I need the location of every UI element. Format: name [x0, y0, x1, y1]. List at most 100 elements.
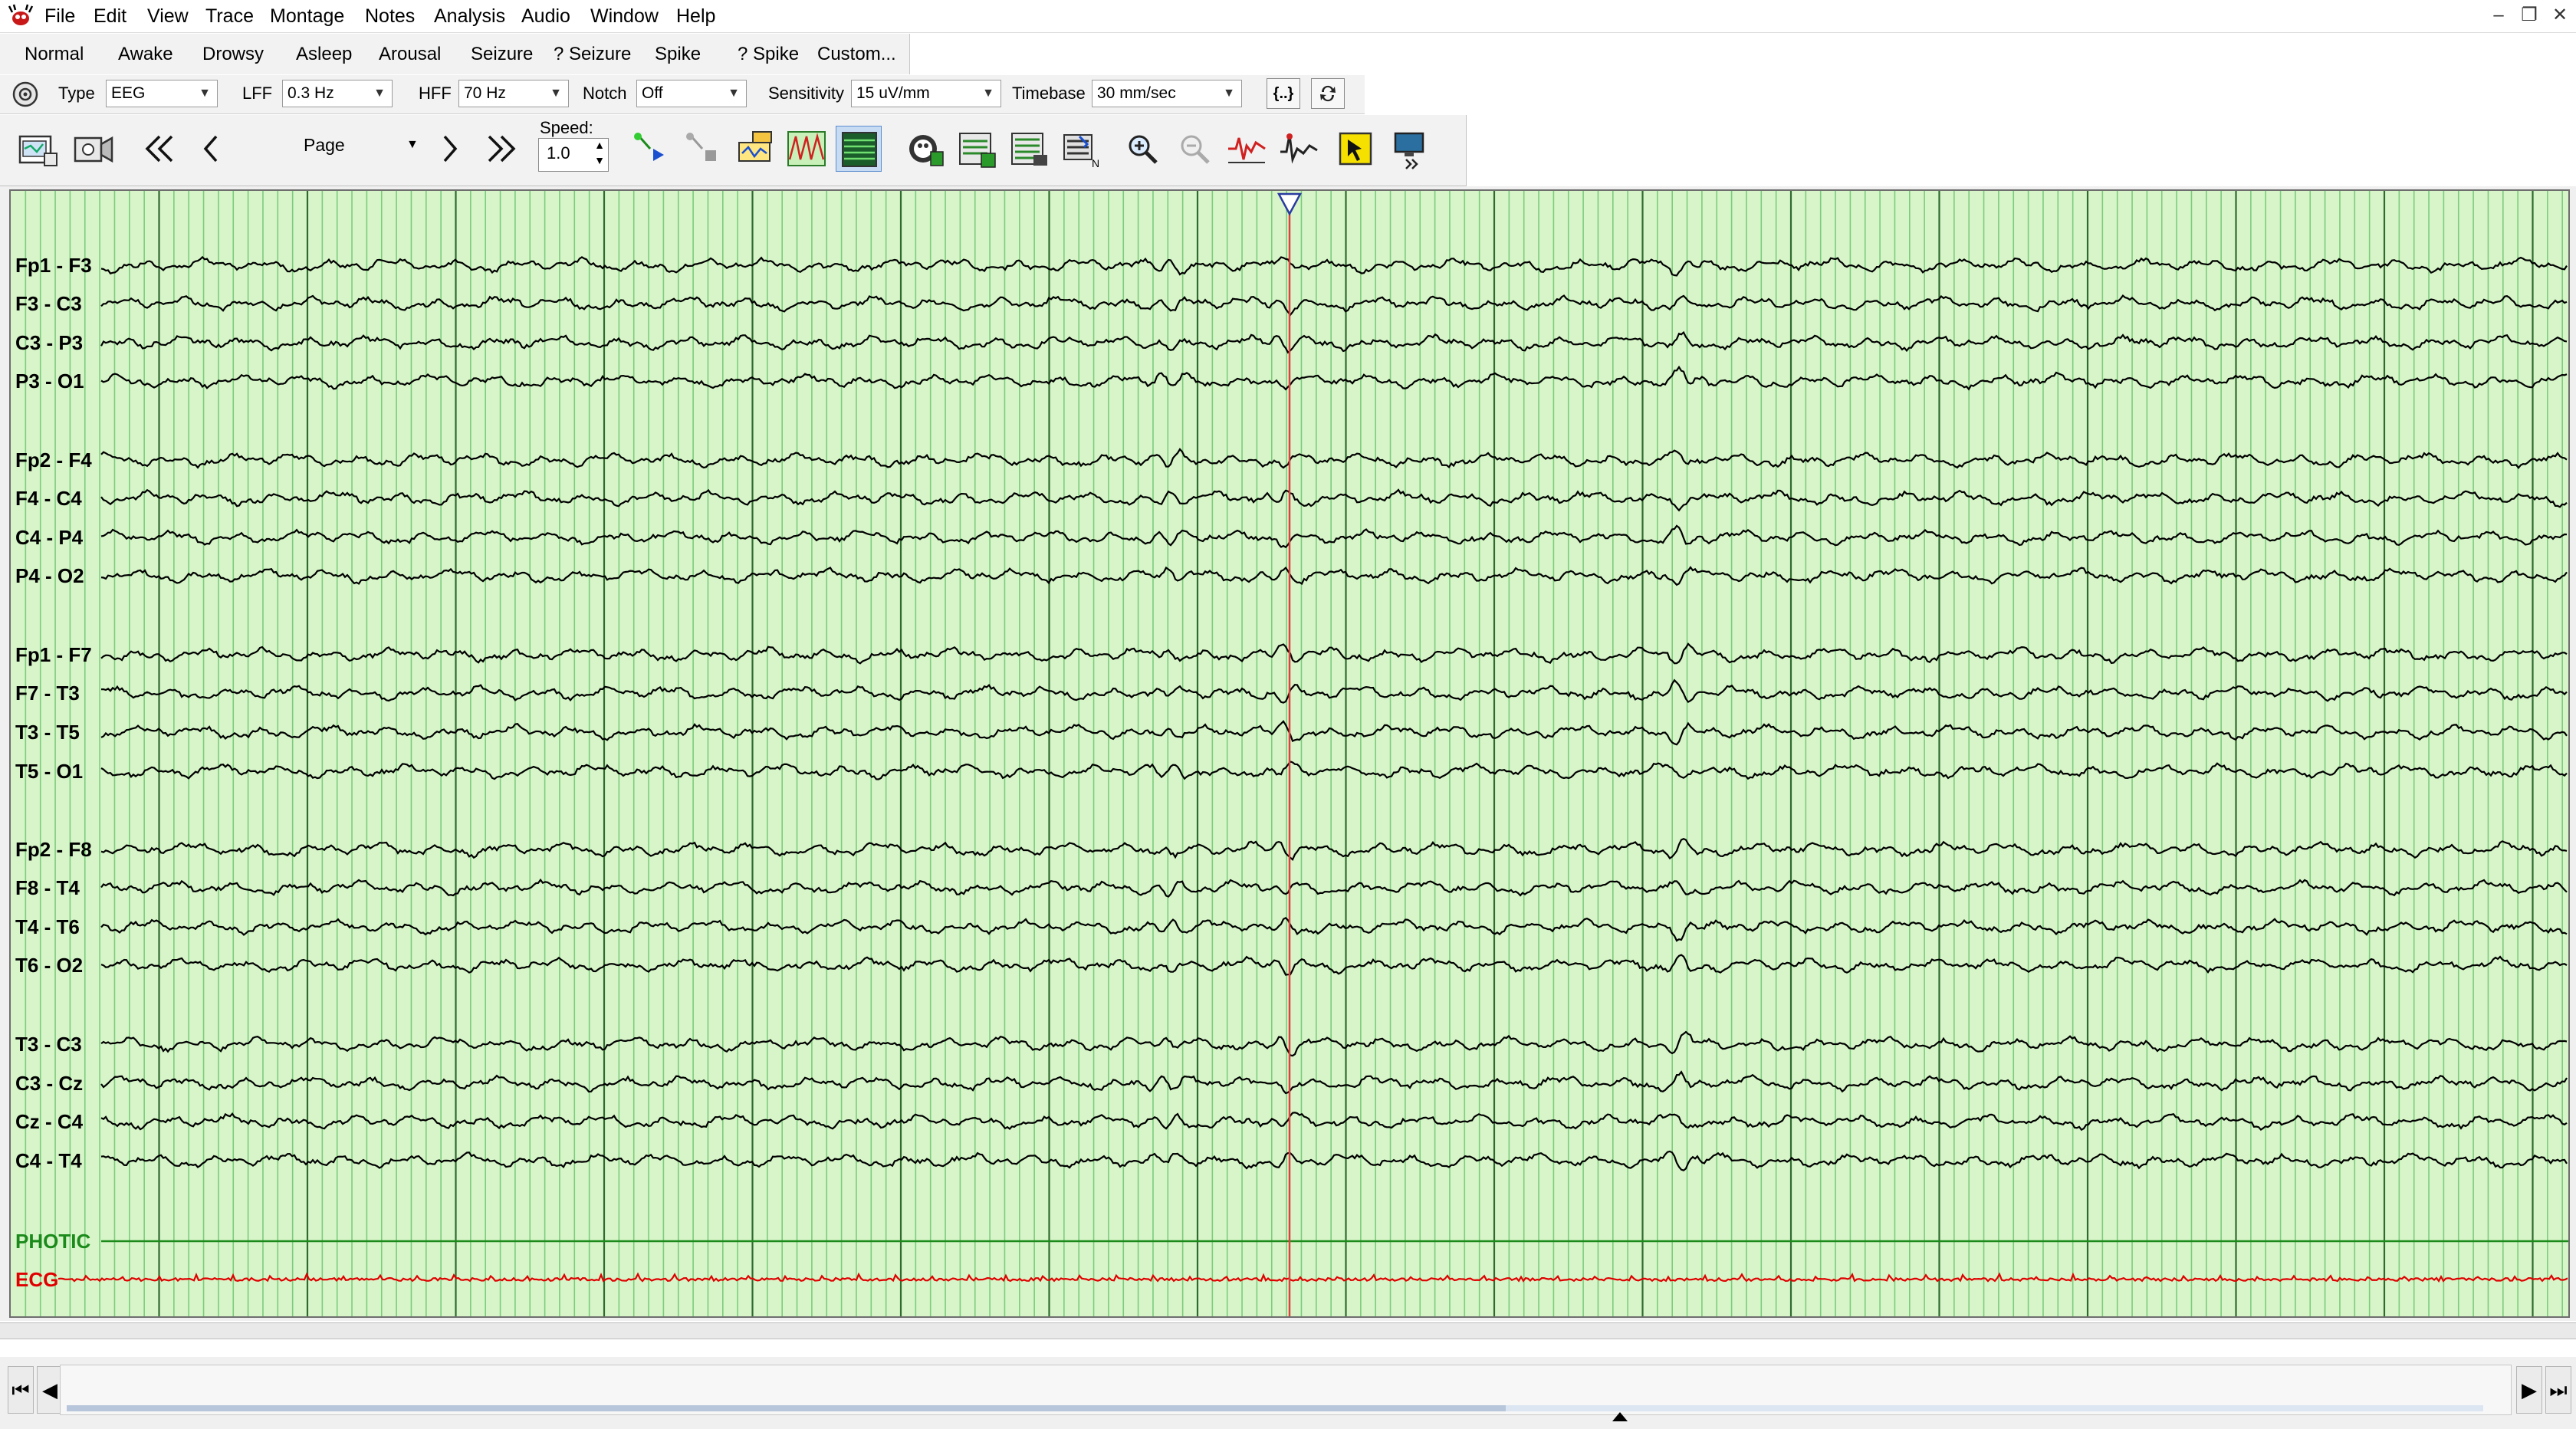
chevron-down-icon: ▼ — [199, 87, 211, 100]
menu-help[interactable]: Help — [676, 0, 715, 32]
splitter-bar[interactable] — [0, 1322, 2576, 1339]
timeline-track[interactable] — [60, 1365, 2512, 1415]
channel-label[interactable]: C3 - P3 — [15, 331, 83, 354]
channel-label[interactable]: F8 - T4 — [15, 876, 80, 899]
channel-label[interactable]: Fp1 - F3 — [15, 254, 92, 277]
zoom-in-icon[interactable] — [1119, 126, 1165, 172]
scroll-right-icon[interactable]: ▶ — [2516, 1366, 2542, 1414]
menu-montage[interactable]: Montage — [270, 0, 344, 32]
annotate-icon[interactable] — [731, 126, 777, 172]
timebase-value: 30 mm/sec — [1097, 84, 1176, 102]
menu-audio[interactable]: Audio — [521, 0, 570, 32]
channel-label[interactable]: C4 - T4 — [15, 1149, 82, 1172]
timebase-select[interactable]: 30 mm/sec ▼ — [1092, 80, 1242, 107]
marker-button-asleep[interactable]: Asleep — [296, 34, 352, 74]
menu-window[interactable]: Window — [590, 0, 659, 32]
notch-select[interactable]: Off ▼ — [636, 80, 747, 107]
bracket-button[interactable]: {..} — [1267, 78, 1300, 109]
main-toolbar: Page ▼ Speed: 1.0 ▲ ▼ N — [0, 115, 1467, 186]
channel-label[interactable]: PHOTIC — [15, 1230, 90, 1253]
spin-down-icon[interactable]: ▼ — [594, 154, 605, 166]
spike-detect-icon[interactable] — [784, 126, 830, 172]
channel-label[interactable]: F4 - C4 — [15, 487, 82, 510]
page-mode-select[interactable]: Page ▼ — [253, 129, 426, 167]
rewind-icon[interactable] — [136, 126, 182, 172]
step-back-icon[interactable] — [189, 126, 235, 172]
channel-label[interactable]: Cz - C4 — [15, 1110, 83, 1133]
timeline-progress — [67, 1405, 1506, 1411]
close-button[interactable]: ✕ — [2548, 3, 2571, 28]
channel-label[interactable]: T6 - O2 — [15, 954, 83, 977]
speed-spinner[interactable]: 1.0 ▲ ▼ — [538, 138, 609, 172]
timeline-position-marker[interactable] — [1612, 1412, 1628, 1421]
channel-label[interactable]: C3 - Cz — [15, 1072, 83, 1095]
type-value: EEG — [111, 84, 146, 102]
hff-select[interactable]: 70 Hz ▼ — [458, 80, 569, 107]
channel-label[interactable]: P3 - O1 — [15, 370, 84, 393]
headset-icon[interactable] — [11, 80, 40, 109]
menu-trace[interactable]: Trace — [205, 0, 254, 32]
select-arrow-icon[interactable] — [1332, 126, 1378, 172]
waveform-icon[interactable] — [1224, 126, 1270, 172]
menu-analysis[interactable]: Analysis — [434, 0, 505, 32]
channel-label[interactable]: F7 - T3 — [15, 682, 80, 705]
channel-label[interactable]: F3 - C3 — [15, 292, 82, 315]
sensitivity-select[interactable]: 15 uV/mm ▼ — [851, 80, 1001, 107]
open-study-icon[interactable] — [15, 126, 61, 172]
sensitivity-label: Sensitivity — [768, 84, 845, 103]
stop-cursor-icon[interactable] — [679, 126, 725, 172]
chevron-down-icon: ▼ — [373, 87, 386, 100]
scroll-left-icon[interactable]: ◀ — [37, 1366, 63, 1414]
marker-button-arousal[interactable]: Arousal — [379, 34, 441, 74]
marker-button-awake[interactable]: Awake — [118, 34, 173, 74]
montage-n-icon[interactable]: N — [1058, 126, 1104, 172]
channel-label[interactable]: T3 - C3 — [15, 1033, 82, 1056]
report-icon[interactable] — [1006, 126, 1052, 172]
channel-label[interactable]: ECG — [15, 1268, 58, 1291]
marker-button-seizure[interactable]: ? Seizure — [554, 34, 631, 74]
marker-button-spike[interactable]: Spike — [655, 34, 701, 74]
step-forward-icon[interactable] — [426, 126, 472, 172]
montage-head-icon[interactable] — [902, 126, 948, 172]
menu-file[interactable]: File — [44, 0, 75, 32]
monitor-icon[interactable] — [1388, 126, 1434, 172]
marker-button-seizure[interactable]: Seizure — [471, 34, 533, 74]
restore-button[interactable]: ❐ — [2518, 3, 2541, 28]
channel-label[interactable]: Fp2 - F4 — [15, 448, 92, 471]
channel-label[interactable]: C4 - P4 — [15, 526, 83, 549]
channel-label[interactable]: T3 - T5 — [15, 721, 80, 744]
marker-button-spike[interactable]: ? Spike — [738, 34, 799, 74]
app-logo-icon[interactable] — [8, 3, 34, 29]
page-mode-value: Page — [304, 135, 345, 155]
chevron-down-icon: ▼ — [982, 87, 994, 100]
zoom-out-icon[interactable] — [1171, 126, 1217, 172]
montage-edit-icon[interactable] — [954, 126, 1000, 172]
time-cursor-marker-icon[interactable] — [1276, 192, 1303, 216]
marker-button-normal[interactable]: Normal — [25, 34, 84, 74]
play-cursor-icon[interactable] — [627, 126, 673, 172]
eeg-trace-area[interactable]: Fp1 - F3 F3 - C3 C3 - P3 P3 - O1 Fp2 - F4 F4 … — [9, 189, 2570, 1318]
menu-notes[interactable]: Notes — [365, 0, 415, 32]
type-select[interactable]: EEG ▼ — [106, 80, 218, 107]
marker-button-custom[interactable]: Custom... — [817, 34, 896, 74]
refresh-button[interactable] — [1311, 78, 1345, 109]
channel-label[interactable]: Fp1 - F7 — [15, 643, 92, 666]
spin-up-icon[interactable]: ▲ — [594, 139, 605, 151]
channel-label[interactable]: Fp2 - F8 — [15, 838, 92, 861]
video-camera-icon[interactable] — [71, 126, 117, 172]
channel-label[interactable]: T5 - O1 — [15, 760, 83, 783]
channel-label[interactable]: T4 - T6 — [15, 915, 80, 938]
fast-forward-icon[interactable] — [478, 126, 524, 172]
lff-select[interactable]: 0.3 Hz ▼ — [282, 80, 393, 107]
marker-button-drowsy[interactable]: Drowsy — [202, 34, 264, 74]
channel-label[interactable]: P4 - O2 — [15, 564, 84, 587]
trace-view-icon[interactable] — [836, 126, 882, 172]
spike-waveform-icon[interactable] — [1276, 126, 1322, 172]
jump-end-icon[interactable]: ⏭ — [2545, 1366, 2571, 1414]
menu-view[interactable]: View — [147, 0, 189, 32]
chevron-down-icon: ▼ — [406, 138, 419, 151]
eeg-traces — [25, 191, 2568, 1316]
menu-edit[interactable]: Edit — [94, 0, 127, 32]
jump-start-icon[interactable]: ⏮ — [8, 1366, 34, 1414]
minimize-button[interactable]: – — [2487, 3, 2510, 28]
